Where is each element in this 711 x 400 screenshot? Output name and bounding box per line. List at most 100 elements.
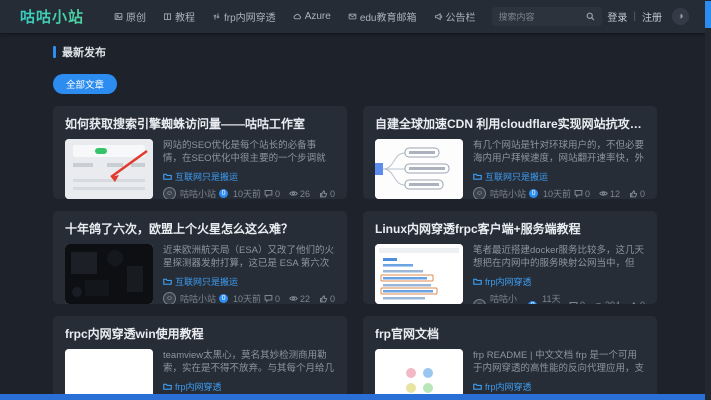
nav-item-1[interactable]: 原创 xyxy=(114,9,146,24)
site-logo[interactable]: 咕咕小站 xyxy=(20,6,84,27)
likes-stat: 0 xyxy=(319,294,335,304)
article-meta: ☺ 咕咕小站 0 10天前 0 26 xyxy=(163,187,335,199)
category-tag-label: 互联网只是搬运 xyxy=(175,275,238,288)
article-stats: 0 394 0 xyxy=(569,300,645,304)
article-thumbnail[interactable] xyxy=(65,349,153,400)
nav-item-3[interactable]: frp内网穿透 xyxy=(212,9,276,24)
article-stats: 0 22 0 xyxy=(264,294,335,304)
publish-date: 10天前 xyxy=(543,187,571,199)
search-input[interactable] xyxy=(499,12,586,22)
article-title[interactable]: 十年鸽了六次，欧盟上个火星怎么这么难？ xyxy=(65,220,335,237)
author-level-badge: 0 xyxy=(528,301,537,305)
all-posts-button[interactable]: 全部文章 xyxy=(53,74,117,94)
eye-icon xyxy=(289,294,298,303)
comments-stat: 0 xyxy=(264,294,280,304)
author-avatar[interactable]: ☺ xyxy=(163,187,176,199)
article-card[interactable]: 十年鸽了六次，欧盟上个火星怎么这么难？ 近来欧洲航天局（ESA）又改了他们的火星… xyxy=(53,211,347,304)
nav-item-5[interactable]: edu教育邮箱 xyxy=(348,9,417,24)
article-stats: 0 26 0 xyxy=(264,189,335,199)
article-thumbnail[interactable] xyxy=(65,244,153,304)
likes-stat: 0 xyxy=(629,189,645,199)
likes-count: 0 xyxy=(640,300,645,304)
comment-icon xyxy=(574,189,583,198)
comments-count: 0 xyxy=(275,294,280,304)
folder-icon xyxy=(473,277,482,286)
author-name[interactable]: 咕咕小站 xyxy=(180,187,216,199)
folder-icon xyxy=(163,382,172,391)
eye-icon xyxy=(289,189,298,198)
megaphone-icon xyxy=(434,12,443,21)
author-name[interactable]: 咕咕小站 xyxy=(490,292,525,304)
theme-toggle-button[interactable]: ◑ xyxy=(672,8,689,25)
folder-icon xyxy=(163,172,172,181)
folder-icon xyxy=(473,382,482,391)
comments-count: 0 xyxy=(580,300,585,304)
article-body: 网站的SEO优化是每个站长的必备事情，在SEO优化中很主要的一个步调就是查询蜘蛛… xyxy=(65,139,335,199)
views-stat: 22 xyxy=(289,294,310,304)
category-tag[interactable]: frp内网穿透 xyxy=(473,275,645,288)
page: 咕咕小站 原创教程frp内网穿透Azureedu教育邮箱公告栏 登录 | 注册 … xyxy=(0,0,711,400)
views-stat: 12 xyxy=(599,189,620,199)
article-grid: 如何获取搜索引擎蜘蛛访问量——咕咕工作室 网站的SEO优化是每个站长的必备事情，… xyxy=(53,106,657,400)
article-thumbnail[interactable] xyxy=(375,349,463,400)
nav-item-2[interactable]: 教程 xyxy=(163,9,195,24)
likes-count: 0 xyxy=(640,189,645,199)
book-icon xyxy=(163,12,172,21)
thumbs-up-icon xyxy=(629,189,638,198)
article-card[interactable]: 自建全球加速CDN 利用cloudflare实现网站抗攻击的建设方案——… 有几… xyxy=(363,106,657,199)
author-name[interactable]: 咕咕小站 xyxy=(180,292,216,304)
article-card[interactable]: 如何获取搜索引擎蜘蛛访问量——咕咕工作室 网站的SEO优化是每个站长的必备事情，… xyxy=(53,106,347,199)
author-level-badge: 0 xyxy=(529,189,538,198)
author-name[interactable]: 咕咕小站 xyxy=(490,187,526,199)
category-tag[interactable]: frp内网穿透 xyxy=(473,380,645,393)
auth-divider: | xyxy=(633,11,636,22)
article-title[interactable]: frpc内网穿透win使用教程 xyxy=(65,325,335,342)
article-body: frp README | 中文文档 frp 是一个可用于内网穿透的高性能的反向代… xyxy=(375,349,645,400)
article-title[interactable]: frp官网文档 xyxy=(375,325,645,342)
article-card[interactable]: Linux内网穿透frpc客户端+服务端教程 笔者最近搭建docker服务比较多… xyxy=(363,211,657,304)
article-card[interactable]: frpc内网穿透win使用教程 teamview太黑心，莫名其妙检测商用勒索，实… xyxy=(53,316,347,400)
article-thumbnail[interactable] xyxy=(375,139,463,199)
nav-item-label: 公告栏 xyxy=(446,9,476,24)
register-link[interactable]: 注册 xyxy=(642,9,662,24)
article-title[interactable]: 自建全球加速CDN 利用cloudflare实现网站抗攻击的建设方案——… xyxy=(375,115,645,132)
article-title[interactable]: 如何获取搜索引擎蜘蛛访问量——咕咕工作室 xyxy=(65,115,335,132)
author-avatar[interactable]: ☺ xyxy=(473,187,486,199)
article-title[interactable]: Linux内网穿透frpc客户端+服务端教程 xyxy=(375,220,645,237)
login-link[interactable]: 登录 xyxy=(607,9,627,24)
article-excerpt: 近来欧洲航天局（ESA）又改了他们的火星探测器发射打算，这已是 ESA 第六次推… xyxy=(163,244,335,271)
comments-stat: 0 xyxy=(264,189,280,199)
eye-icon xyxy=(599,189,608,198)
article-meta: ☺ 咕咕小站 0 10天前 0 22 xyxy=(163,292,335,304)
nav-item-4[interactable]: Azure xyxy=(293,11,331,22)
category-tag[interactable]: 互联网只是搬运 xyxy=(163,170,335,183)
views-count: 22 xyxy=(300,294,310,304)
category-tag-label: 互联网只是搬运 xyxy=(175,170,238,183)
section-header: 最新发布 xyxy=(53,44,657,60)
likes-stat: 0 xyxy=(319,189,335,199)
article-card[interactable]: frp官网文档 frp README | 中文文档 frp 是一个可用于内网穿透… xyxy=(363,316,657,400)
author-avatar[interactable]: ☺ xyxy=(473,299,486,305)
article-stats: 0 12 0 xyxy=(574,189,645,199)
folder-icon xyxy=(473,172,482,181)
section-accent-bar xyxy=(53,46,56,58)
category-tag[interactable]: 互联网只是搬运 xyxy=(473,170,645,183)
article-thumbnail[interactable] xyxy=(65,139,153,199)
article-excerpt: teamview太黑心，莫名其妙检测商用勒索，实在是不得不放弃。与其每个月给几百… xyxy=(163,349,335,376)
category-tag-label: frp内网穿透 xyxy=(175,380,222,393)
author-avatar[interactable]: ☺ xyxy=(163,292,176,304)
nav-item-6[interactable]: 公告栏 xyxy=(434,9,476,24)
eye-icon xyxy=(594,301,603,305)
article-thumbnail[interactable] xyxy=(375,244,463,304)
scrollbar[interactable] xyxy=(705,0,711,400)
cloud-icon xyxy=(293,12,302,21)
article-body: 有几个网站是针对环球用户的，不但必要海内用户拜候速度，网站翻开速率快，外洋用户一… xyxy=(375,139,645,199)
category-tag[interactable]: 互联网只是搬运 xyxy=(163,275,335,288)
article-excerpt: 网站的SEO优化是每个站长的必备事情，在SEO优化中很主要的一个步调就是查询蜘蛛… xyxy=(163,139,335,166)
image-icon xyxy=(114,12,123,21)
thumbs-up-icon xyxy=(629,301,638,305)
auth-links: 登录 | 注册 xyxy=(607,9,662,24)
main-nav: 原创 教程 frp内网穿透 Azure edu教育邮箱 公告栏 xyxy=(114,9,475,24)
scrollbar-thumb[interactable] xyxy=(705,1,711,28)
category-tag[interactable]: frp内网穿透 xyxy=(163,380,335,393)
